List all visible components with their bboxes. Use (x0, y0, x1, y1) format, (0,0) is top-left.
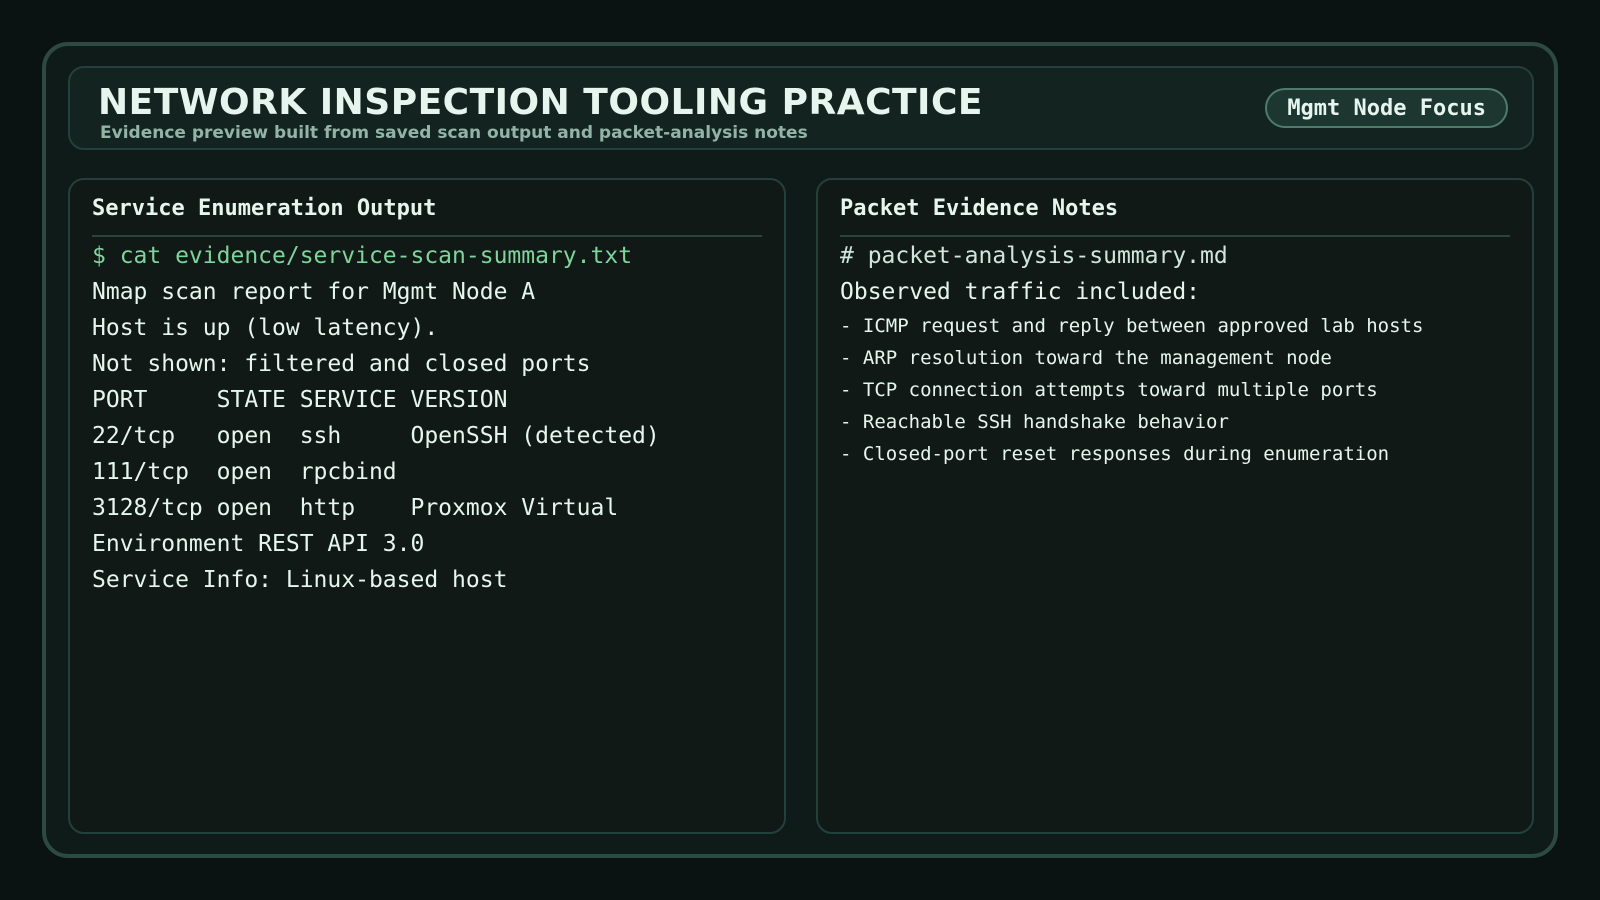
terminal-output: $ cat evidence/service-scan-summary.txt … (92, 238, 762, 598)
output-line: PORT STATE SERVICE VERSION (92, 387, 508, 413)
output-line: Nmap scan report for Mgmt Node A (92, 279, 536, 305)
packet-evidence-panel: Packet Evidence Notes # packet-analysis-… (816, 178, 1534, 834)
panel-title: Service Enumeration Output (92, 196, 437, 221)
notes-content: # packet-analysis-summary.md Observed tr… (840, 238, 1510, 470)
page-title: NETWORK INSPECTION TOOLING PRACTICE (98, 82, 983, 123)
output-line: 111/tcp open rpcbind (92, 459, 397, 485)
note-bullet: - ICMP request and reply between approve… (840, 315, 1424, 337)
file-heading: # packet-analysis-summary.md (840, 243, 1228, 269)
panel-divider (840, 235, 1510, 237)
output-line: Host is up (low latency). (92, 315, 439, 341)
page-subtitle: Evidence preview built from saved scan o… (100, 123, 808, 143)
note-bullet: - ARP resolution toward the management n… (840, 347, 1332, 369)
output-line: 22/tcp open ssh OpenSSH (detected) (92, 423, 660, 449)
note-bullet: - Reachable SSH handshake behavior (840, 411, 1229, 433)
note-bullet: - TCP connection attempts toward multipl… (840, 379, 1378, 401)
command-line: $ cat evidence/service-scan-summary.txt (92, 243, 633, 269)
service-enumeration-panel: Service Enumeration Output $ cat evidenc… (68, 178, 786, 834)
output-line: Environment REST API 3.0 (92, 531, 425, 557)
note-bullet: - Closed-port reset responses during enu… (840, 443, 1390, 465)
focus-badge[interactable]: Mgmt Node Focus (1265, 88, 1508, 128)
output-line: Not shown: filtered and closed ports (92, 351, 591, 377)
output-line: 3128/tcp open http Proxmox Virtual (92, 495, 619, 521)
panel-title: Packet Evidence Notes (840, 196, 1119, 221)
panel-divider (92, 235, 762, 237)
notes-intro: Observed traffic included: (840, 279, 1201, 305)
header-bar: NETWORK INSPECTION TOOLING PRACTICE Evid… (68, 66, 1534, 150)
output-line: Service Info: Linux-based host (92, 567, 508, 593)
